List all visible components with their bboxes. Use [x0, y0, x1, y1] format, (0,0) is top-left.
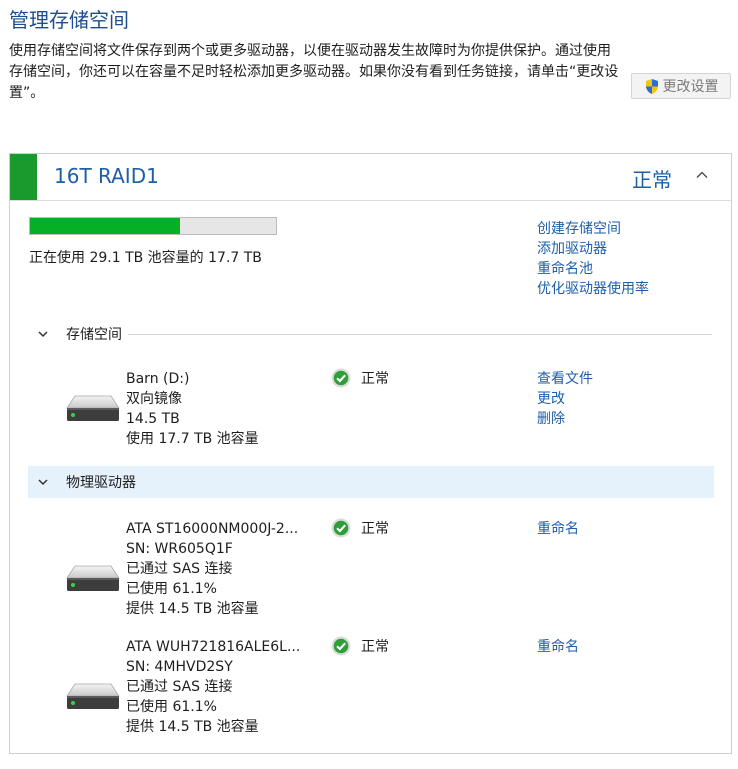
change-settings-label: 更改设置	[662, 79, 719, 95]
rename-drive-link[interactable]: 重命名	[537, 637, 579, 657]
pool-status-stripe	[10, 154, 37, 200]
drive-status-text: 正常	[361, 521, 389, 537]
pool-status: 正常	[632, 168, 672, 192]
storage-space-details: Barn (D:) 双向镜像 14.5 TB 使用 17.7 TB 池容量	[126, 369, 259, 449]
storage-spaces-label: 存储空间	[66, 327, 122, 343]
physical-drives-label: 物理驱动器	[66, 475, 136, 491]
ok-check-icon	[331, 518, 351, 538]
storage-space-resiliency: 双向镜像	[126, 391, 182, 407]
storage-space-status: 正常	[331, 368, 389, 388]
storage-pool-panel: 16T RAID1 正常 正在使用 29.1 TB 池容量的 17.7 TB 创…	[9, 153, 732, 754]
drive-used: 已使用 61.1%	[126, 699, 217, 715]
pool-task-links: 创建存储空间 添加驱动器 重命名池 优化驱动器使用率	[537, 219, 649, 299]
section-divider	[128, 333, 712, 335]
chevron-down-icon[interactable]	[37, 328, 49, 340]
drive-status: 正常	[331, 518, 389, 538]
physical-drive-details: ATA ST16000NM000J-2... SN: WR605Q1F 已通过 …	[126, 519, 298, 619]
drive-capacity: 提供 14.5 TB 池容量	[126, 719, 259, 735]
view-files-link[interactable]: 查看文件	[537, 369, 593, 389]
uac-shield-icon	[645, 78, 658, 94]
hard-drive-icon	[66, 683, 120, 709]
ok-check-icon	[331, 368, 351, 388]
storage-spaces-section-header[interactable]: 存储空间	[28, 318, 712, 350]
storage-space-usage: 使用 17.7 TB 池容量	[126, 431, 259, 447]
add-drives-link[interactable]: 添加驱动器	[537, 239, 649, 259]
drive-connection: 已通过 SAS 连接	[126, 679, 233, 695]
optimize-drive-usage-link[interactable]: 优化驱动器使用率	[537, 279, 649, 299]
drive-links: 重命名	[537, 637, 579, 657]
drive-name: ATA WUH721816ALE6L...	[126, 639, 301, 655]
drive-serial: SN: WR605Q1F	[126, 541, 233, 557]
physical-drives-section-header[interactable]: 物理驱动器	[28, 466, 714, 498]
storage-space-links: 查看文件 更改 删除	[537, 369, 593, 429]
drive-serial: SN: 4MHVD2SY	[126, 659, 233, 675]
drive-capacity: 提供 14.5 TB 池容量	[126, 601, 259, 617]
drive-used: 已使用 61.1%	[126, 581, 217, 597]
change-settings-button[interactable]: 更改设置	[631, 73, 731, 99]
create-storage-space-link[interactable]: 创建存储空间	[537, 219, 649, 239]
delete-link[interactable]: 删除	[537, 409, 593, 429]
drive-status: 正常	[331, 636, 389, 656]
storage-space-size: 14.5 TB	[126, 411, 180, 427]
ok-check-icon	[331, 636, 351, 656]
drive-links: 重命名	[537, 519, 579, 539]
hard-drive-icon	[66, 395, 120, 421]
pool-header: 16T RAID1 正常	[10, 154, 731, 201]
drive-connection: 已通过 SAS 连接	[126, 561, 233, 577]
rename-pool-link[interactable]: 重命名池	[537, 259, 649, 279]
hard-drive-icon	[66, 565, 120, 591]
pool-name: 16T RAID1	[54, 164, 159, 188]
storage-space-status-text: 正常	[361, 371, 389, 387]
chevron-down-icon[interactable]	[37, 476, 49, 488]
chevron-up-icon[interactable]	[694, 167, 710, 183]
pool-usage-bar	[29, 217, 277, 235]
rename-drive-link[interactable]: 重命名	[537, 519, 579, 539]
drive-name: ATA ST16000NM000J-2...	[126, 521, 299, 537]
physical-drive-details: ATA WUH721816ALE6L... SN: 4MHVD2SY 已通过 S…	[126, 637, 300, 737]
page-description: 使用存储空间将文件保存到两个或更多驱动器，以便在驱动器发生故障时为你提供保护。通…	[9, 43, 619, 101]
drive-status-text: 正常	[361, 639, 389, 655]
storage-space-name: Barn (D:)	[126, 371, 190, 387]
page-title: 管理存储空间	[9, 8, 129, 32]
change-link[interactable]: 更改	[537, 389, 593, 409]
pool-usage-text: 正在使用 29.1 TB 池容量的 17.7 TB	[29, 250, 262, 266]
pool-usage-fill	[30, 218, 181, 234]
